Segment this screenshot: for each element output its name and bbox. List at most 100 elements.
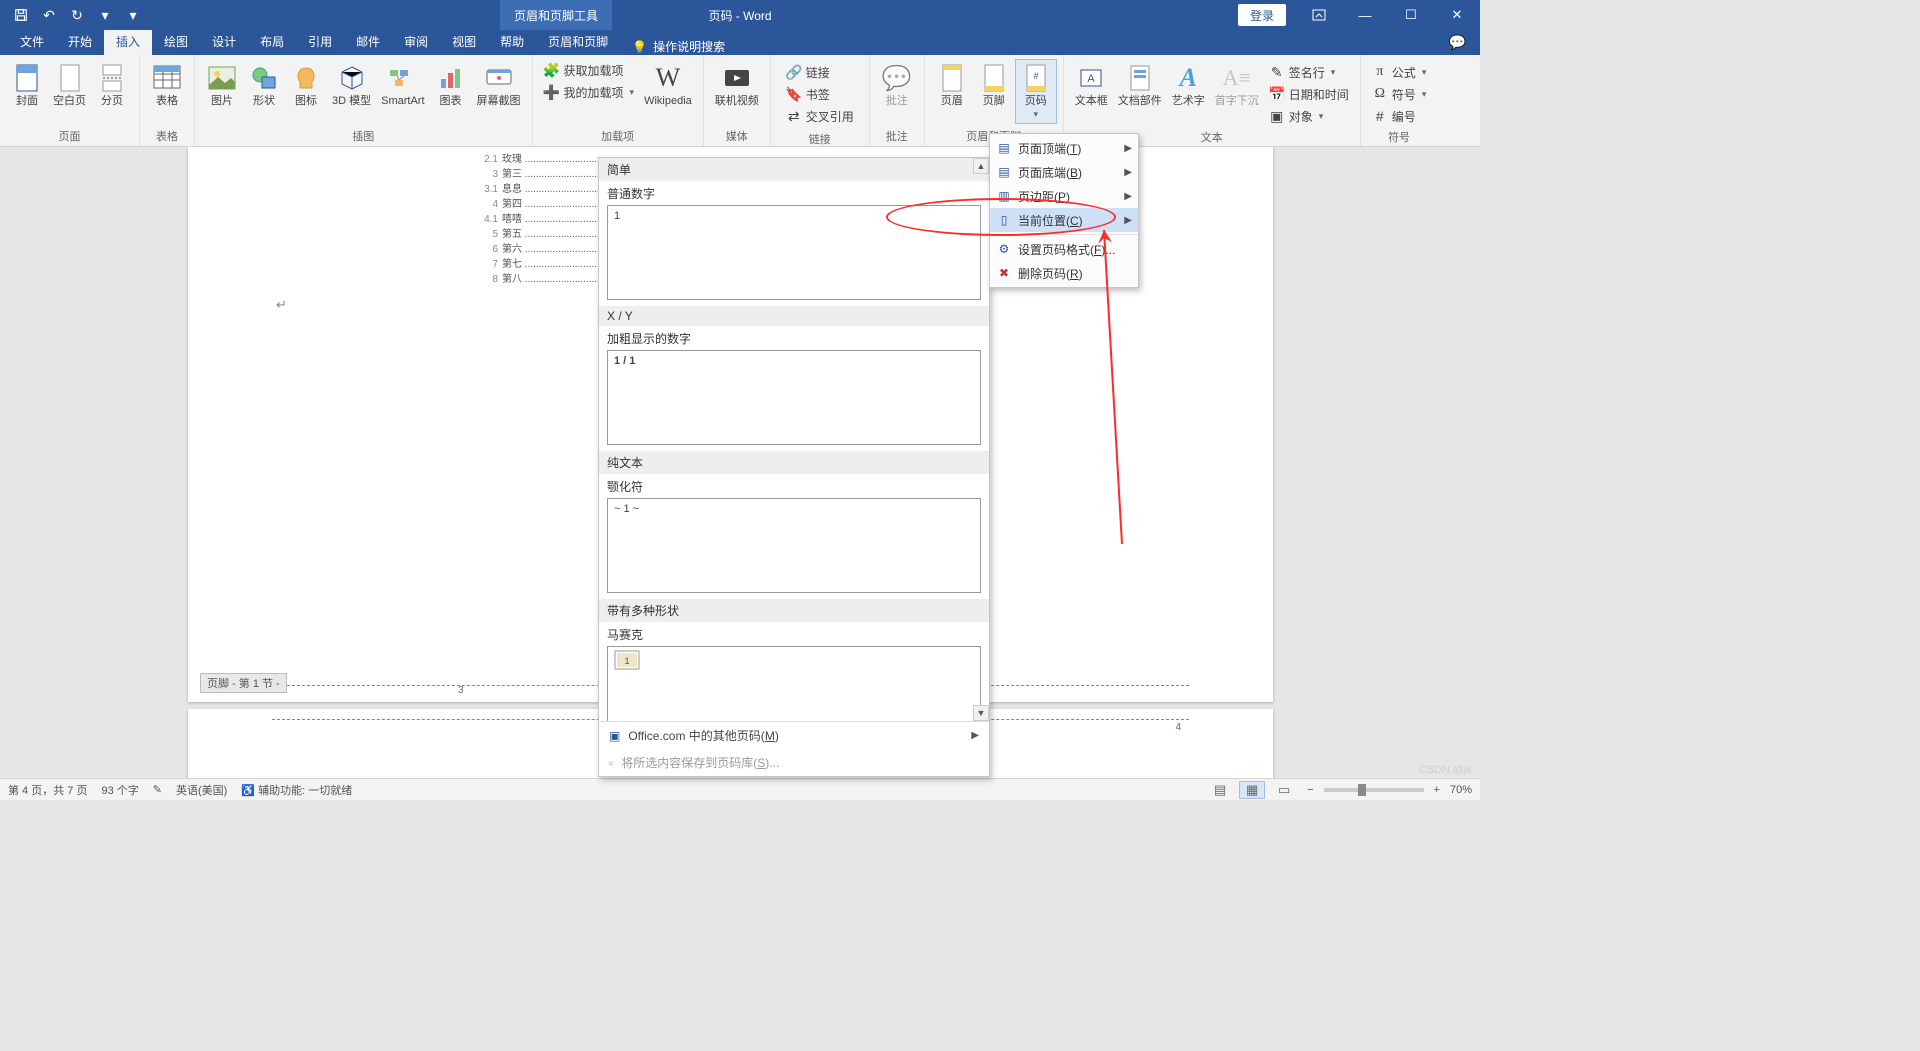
gallery-item-bold[interactable]: 1 / 1 <box>607 350 981 445</box>
gallery-item-tilde[interactable]: ~ 1 ~ <box>607 498 981 593</box>
page-break-button[interactable]: 分页 <box>91 59 133 111</box>
wordart-button[interactable]: A艺术字 <box>1167 59 1210 127</box>
tab-review[interactable]: 审阅 <box>392 30 440 55</box>
gallery-save-selection[interactable]: ▫将所选内容保存到页码库(S)... <box>599 749 989 776</box>
tab-insert[interactable]: 插入 <box>104 30 152 55</box>
smartart-button[interactable]: SmartArt <box>376 59 429 111</box>
zoom-value[interactable]: 70% <box>1450 784 1472 796</box>
tab-mail[interactable]: 邮件 <box>344 30 392 55</box>
quickparts-button[interactable]: 文档部件 <box>1113 59 1167 127</box>
qat2-button[interactable]: ▾ <box>120 2 146 28</box>
ribbon-opts-icon <box>1312 9 1326 21</box>
status-page[interactable]: 第 4 页，共 7 页 <box>8 782 87 798</box>
cover-page-button[interactable]: 封面 <box>6 59 48 111</box>
my-addins-button[interactable]: ➕我的加载项▾ <box>539 81 640 103</box>
share-button[interactable]: 💬 <box>1449 34 1466 51</box>
tab-layout[interactable]: 布局 <box>248 30 296 55</box>
menu-current-position[interactable]: ▯当前位置(C)▶ <box>990 208 1138 232</box>
status-spellcheck[interactable]: ✎ <box>153 783 162 796</box>
crossref-button[interactable]: ⇄交叉引用 <box>781 105 859 127</box>
minimize-button[interactable]: — <box>1342 0 1388 30</box>
tab-references[interactable]: 引用 <box>296 30 344 55</box>
redo-button[interactable]: ↻ <box>64 2 90 28</box>
zoom-slider[interactable] <box>1324 788 1424 792</box>
page-number-icon: # <box>1020 62 1052 94</box>
zoom-in-button[interactable]: + <box>1430 784 1444 796</box>
tab-header-footer[interactable]: 页眉和页脚 <box>536 30 620 55</box>
tab-view[interactable]: 视图 <box>440 30 488 55</box>
gallery-more-office[interactable]: ▣Office.com 中的其他页码(M)▶ <box>599 722 989 749</box>
menu-remove-page-numbers[interactable]: ✖删除页码(R) <box>990 261 1138 285</box>
status-bar: 第 4 页，共 7 页 93 个字 ✎ 英语(美国) ♿ 辅助功能: 一切就绪 … <box>0 778 1480 800</box>
gallery-scroll-up[interactable]: ▲ <box>973 158 989 174</box>
table-button[interactable]: 表格 <box>146 59 188 111</box>
menu-format-page-numbers[interactable]: ⚙设置页码格式(F)... <box>990 237 1138 261</box>
status-wordcount[interactable]: 93 个字 <box>101 782 138 798</box>
undo-button[interactable]: ↶ <box>36 2 62 28</box>
maximize-button[interactable]: ☐ <box>1388 0 1434 30</box>
header-button[interactable]: 页眉 <box>931 59 973 124</box>
status-accessibility[interactable]: ♿ 辅助功能: 一切就绪 <box>241 782 352 798</box>
gallery-cat-plaintext: 纯文本 <box>599 451 989 475</box>
signature-button[interactable]: ✎签名行▾ <box>1264 61 1354 83</box>
gallery-item-plain-number[interactable]: 1 <box>607 205 981 300</box>
object-button[interactable]: ▣对象▾ <box>1264 105 1354 127</box>
gallery-scroll-down[interactable]: ▼ <box>973 705 989 721</box>
title-bar: ↶ ↻ ▾ ▾ 页眉和页脚工具 页码 - Word 登录 — ☐ ✕ <box>0 0 1480 30</box>
icons-button[interactable]: 图标 <box>285 59 327 111</box>
shapes-button[interactable]: 形状 <box>243 59 285 111</box>
view-read-button[interactable]: ▤ <box>1207 781 1233 799</box>
wikipedia-button[interactable]: WWikipedia <box>639 59 697 111</box>
tell-me[interactable]: 💡操作说明搜索 <box>620 38 737 55</box>
number-button[interactable]: #编号 <box>1367 105 1432 127</box>
3dmodels-button[interactable]: 3D 模型 <box>327 59 376 111</box>
pictures-button[interactable]: 图片 <box>201 59 243 111</box>
equation-button[interactable]: π公式▾ <box>1367 61 1432 83</box>
chart-button[interactable]: 图表 <box>430 59 472 111</box>
zoom-slider-knob[interactable] <box>1358 784 1366 796</box>
watermark: CSDN @jk <box>1419 764 1472 776</box>
footer-button[interactable]: 页脚 <box>973 59 1015 124</box>
zoom-out-button[interactable]: − <box>1303 784 1317 796</box>
tell-me-label: 操作说明搜索 <box>653 38 725 55</box>
blank-page-button[interactable]: 空白页 <box>48 59 91 111</box>
group-illustrations: 图片 形状 图标 3D 模型 SmartArt 图表 屏幕截图 插图 <box>195 55 533 146</box>
tab-help[interactable]: 帮助 <box>488 30 536 55</box>
datetime-button[interactable]: 📅日期和时间 <box>1264 83 1354 105</box>
gallery-cat-xy: X / Y <box>599 306 989 327</box>
link-button[interactable]: 🔗链接 <box>781 61 859 83</box>
page-number-button[interactable]: #页码▾ <box>1015 59 1057 124</box>
status-language[interactable]: 英语(美国) <box>176 782 227 798</box>
tab-home[interactable]: 开始 <box>56 30 104 55</box>
symbol-button[interactable]: Ω符号▾ <box>1367 83 1432 105</box>
screenshot-button[interactable]: 屏幕截图 <box>472 59 526 111</box>
menu-page-top[interactable]: ▤页面顶端(T)▶ <box>990 136 1138 160</box>
page-number-footer-left: 3 <box>458 685 464 696</box>
object-icon: ▣ <box>1269 108 1285 124</box>
bookmark-label: 书签 <box>806 86 830 103</box>
online-video-button[interactable]: 联机视频 <box>710 59 764 111</box>
gallery-item-mosaic[interactable]: 1 <box>607 646 981 721</box>
tab-design[interactable]: 设计 <box>200 30 248 55</box>
document-title: 页码 - Word <box>708 7 771 24</box>
menu-page-bottom-label: 页面底端(B) <box>1018 164 1082 181</box>
get-addins-button[interactable]: 🧩获取加载项 <box>539 59 640 81</box>
tab-file[interactable]: 文件 <box>8 30 56 55</box>
comment-button[interactable]: 💬批注 <box>876 59 918 111</box>
view-web-button[interactable]: ▭ <box>1271 781 1297 799</box>
view-print-button[interactable]: ▦ <box>1239 781 1265 799</box>
dropcap-button[interactable]: A≡首字下沉 <box>1210 59 1264 127</box>
ribbon-display-button[interactable] <box>1296 0 1342 30</box>
link-icon: 🔗 <box>786 64 802 80</box>
menu-page-bottom[interactable]: ▤页面底端(B)▶ <box>990 160 1138 184</box>
menu-page-margins[interactable]: ▥页边距(P)▶ <box>990 184 1138 208</box>
tab-draw[interactable]: 绘图 <box>152 30 200 55</box>
qat1-button[interactable]: ▾ <box>92 2 118 28</box>
textbox-button[interactable]: A文本框 <box>1070 59 1113 127</box>
close-button[interactable]: ✕ <box>1434 0 1480 30</box>
get-addins-label: 获取加载项 <box>564 62 624 79</box>
login-button[interactable]: 登录 <box>1238 4 1286 26</box>
bookmark-button[interactable]: 🔖书签 <box>781 83 859 105</box>
save-button[interactable] <box>8 2 34 28</box>
wikipedia-label: Wikipedia <box>644 95 692 108</box>
